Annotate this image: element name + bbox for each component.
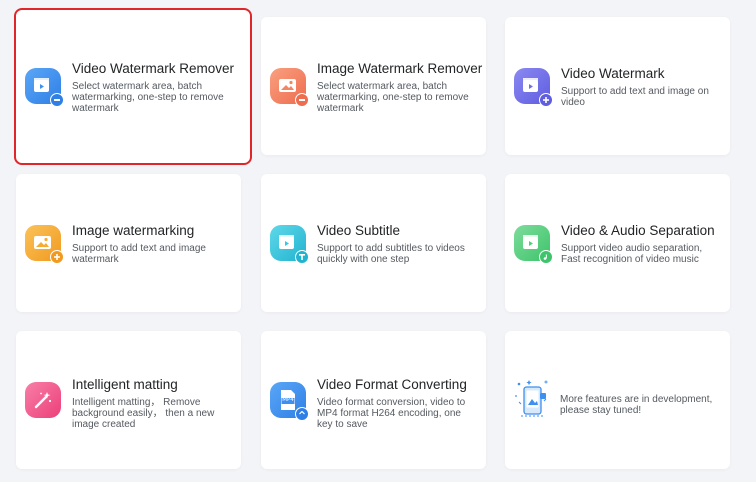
intelligent-matting-icon [25, 382, 61, 418]
in-development-illustration-icon [513, 378, 551, 420]
card-title: Video Format Converting [317, 377, 467, 392]
card-text: Video Subtitle Support to add subtitles … [317, 222, 476, 265]
card-video-watermark-remover[interactable]: Video Watermark Remover Select watermark… [14, 8, 252, 165]
card-title: Intelligent matting [72, 377, 178, 392]
card-description: More features are in development, please… [560, 394, 713, 416]
image-watermark-remover-icon [270, 68, 309, 107]
card-video-audio-separation[interactable]: Video & Audio Separation Support video a… [505, 174, 730, 312]
card-description: Select watermark area, batch watermarkin… [317, 81, 469, 114]
card-description: Support to add text and image watermark [72, 243, 206, 265]
card-image-watermarking[interactable]: Image watermarking Support to add text a… [16, 174, 241, 312]
video-watermark-remover-icon [25, 68, 64, 107]
video-audio-separation-icon [514, 225, 553, 264]
card-title: Image watermarking [72, 223, 195, 238]
card-image-watermark-remover[interactable]: Image Watermark Remover Select watermark… [261, 17, 486, 155]
card-intelligent-matting[interactable]: Intelligent matting Intelligent matting，… [16, 331, 241, 469]
card-text: Image Watermark Remover Select watermark… [317, 60, 483, 114]
card-title: Video & Audio Separation [561, 223, 715, 238]
card-text: Intelligent matting Intelligent matting，… [72, 376, 231, 430]
card-text: Video Format Converting Video format con… [317, 376, 476, 430]
card-video-watermark[interactable]: Video Watermark Support to add text and … [505, 17, 730, 155]
card-text: Video Watermark Remover Select watermark… [72, 60, 240, 114]
image-watermarking-icon [25, 225, 64, 264]
card-description: Select watermark area, batch watermarkin… [72, 81, 224, 114]
card-video-format-converting[interactable]: MP4 Video Format Converting Video format… [261, 331, 486, 469]
card-video-subtitle[interactable]: Video Subtitle Support to add subtitles … [261, 174, 486, 312]
card-title: Video Watermark [561, 66, 665, 81]
video-watermark-icon [514, 68, 553, 107]
mp4-label: MP4 [282, 397, 294, 403]
card-text: More features are in development, please… [560, 394, 720, 416]
card-description: Video format conversion, video to MP4 fo… [317, 397, 466, 430]
card-title: Video Subtitle [317, 223, 401, 238]
card-title: Video Watermark Remover [72, 61, 235, 76]
card-title: Image Watermark Remover [317, 61, 483, 76]
card-text: Image watermarking Support to add text a… [72, 222, 231, 265]
card-description: Support to add subtitles to videos quick… [317, 243, 465, 265]
card-text: Video Watermark Support to add text and … [561, 65, 720, 108]
card-description: Support to add text and image on video [561, 86, 709, 108]
card-description: Support video audio separation, Fast rec… [561, 243, 703, 265]
video-subtitle-icon [270, 225, 309, 264]
card-more-features: More features are in development, please… [505, 331, 730, 469]
card-text: Video & Audio Separation Support video a… [561, 222, 720, 265]
video-format-converting-icon: MP4 [270, 382, 309, 421]
card-description: Intelligent matting， Remove background e… [72, 397, 215, 430]
